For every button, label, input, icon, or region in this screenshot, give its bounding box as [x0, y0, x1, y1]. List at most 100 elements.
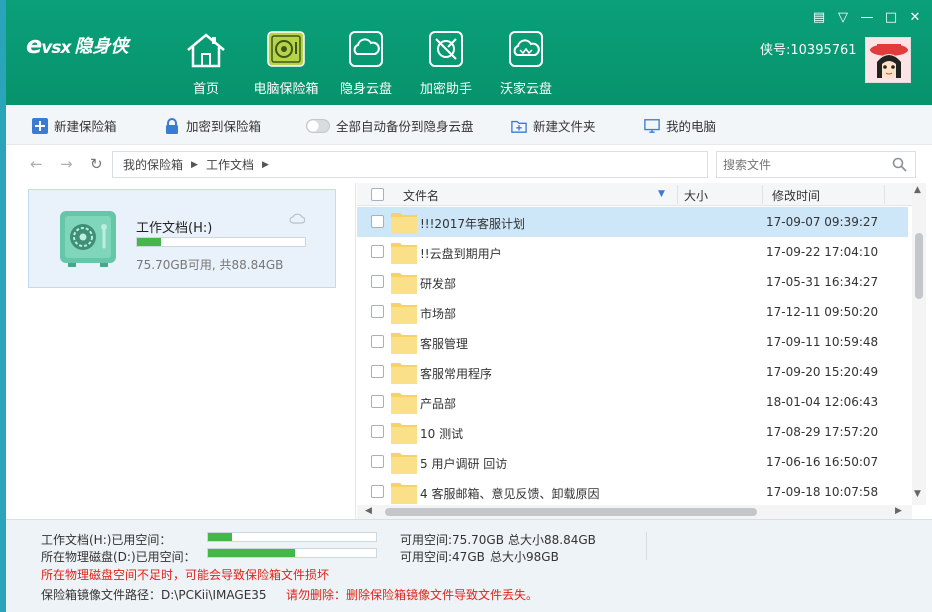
- search-input[interactable]: [717, 152, 887, 177]
- scroll-up-icon[interactable]: ▲: [914, 185, 921, 195]
- column-name[interactable]: 文件名: [403, 187, 439, 204]
- h-usage-bar: [207, 532, 377, 542]
- image-path: 保险箱镜像文件路径：D:\PCKii\IMAGE35: [41, 588, 267, 602]
- h-usage-fill: [208, 533, 232, 541]
- breadcrumb-separator-icon[interactable]: ▶: [262, 160, 269, 170]
- row-checkbox[interactable]: [371, 395, 384, 408]
- close-icon[interactable]: ✕: [904, 8, 926, 26]
- auto-backup-toggle[interactable]: 全部自动备份到隐身云盘: [306, 116, 474, 135]
- vertical-scroll-thumb[interactable]: [915, 233, 923, 299]
- new-vault-label: 新建保险箱: [54, 119, 117, 134]
- file-row[interactable]: 客服管理 17-09-11 10:59:48: [357, 327, 908, 357]
- row-checkbox[interactable]: [371, 455, 384, 468]
- status-footer: 工作文档(H:)已用空间： 可用空间:75.70GB 总大小88.84GB 所在…: [6, 519, 932, 612]
- back-arrow-icon[interactable]: ←: [30, 155, 43, 173]
- file-row[interactable]: !!云盘到期用户 17-09-22 17:04:10: [357, 237, 908, 267]
- cloud-sync-icon[interactable]: [289, 212, 305, 224]
- scroll-down-icon[interactable]: ▼: [914, 489, 921, 499]
- row-checkbox[interactable]: [371, 365, 384, 378]
- nav-vault-label: 电脑保险箱: [253, 82, 319, 97]
- column-modified[interactable]: 修改时间: [772, 187, 820, 204]
- file-row[interactable]: !!!2017年客服计划 17-09-07 09:39:27: [357, 207, 908, 237]
- breadcrumb-work-docs[interactable]: 工作文档: [206, 156, 254, 173]
- feedback-icon[interactable]: ▤: [808, 8, 830, 26]
- logo-text: 隐身侠: [74, 36, 129, 57]
- nav-home-label: 首页: [192, 82, 219, 97]
- vault-card[interactable]: 工作文档(H:) 75.70GB可用, 共88.84GB: [28, 189, 336, 288]
- forward-arrow-icon[interactable]: →: [60, 155, 73, 173]
- select-all-checkbox[interactable]: [371, 188, 384, 201]
- folder-icon: [391, 453, 417, 474]
- file-row[interactable]: 10 测试 17-08-29 17:57:20: [357, 417, 908, 447]
- nav-cloud-label: 隐身云盘: [339, 82, 392, 97]
- file-modified: 17-09-22 17:04:10: [766, 245, 879, 259]
- home-icon: [187, 33, 225, 68]
- column-divider[interactable]: [884, 185, 885, 204]
- new-folder-label: 新建文件夹: [533, 119, 596, 134]
- breadcrumb-my-vault[interactable]: 我的保险箱: [123, 156, 183, 173]
- folder-icon: [391, 273, 417, 294]
- breadcrumb: 我的保险箱 ▶ 工作文档 ▶: [112, 151, 708, 178]
- my-computer-button[interactable]: 我的电脑: [644, 116, 716, 135]
- h-used-label: 工作文档(H:)已用空间：: [41, 533, 172, 547]
- file-row[interactable]: 5 用户调研 回访 17-06-16 16:50:07: [357, 447, 908, 477]
- file-modified: 17-06-16 16:50:07: [766, 455, 879, 469]
- minimize-icon[interactable]: —: [856, 8, 878, 26]
- breadcrumb-separator-icon[interactable]: ▶: [191, 160, 198, 170]
- avatar[interactable]: [865, 37, 911, 83]
- horizontal-scroll-thumb[interactable]: [385, 508, 757, 516]
- row-checkbox[interactable]: [371, 215, 384, 228]
- refresh-icon[interactable]: ↻: [90, 155, 103, 173]
- maximize-icon[interactable]: □: [880, 8, 902, 26]
- row-checkbox[interactable]: [371, 305, 384, 318]
- search-box: [716, 151, 916, 178]
- file-row[interactable]: 市场部 17-12-11 09:50:20: [357, 297, 908, 327]
- horizontal-scrollbar[interactable]: ◀ ▶: [357, 505, 912, 519]
- file-name: 4 客服邮箱、意见反馈、卸载原因: [420, 487, 600, 501]
- folder-icon: [391, 333, 417, 354]
- row-checkbox[interactable]: [371, 425, 384, 438]
- folder-icon: [391, 243, 417, 264]
- delete-warning: 请勿删除：删除保险箱镜像文件导致文件丢失。: [286, 588, 539, 602]
- file-name: !!云盘到期用户: [420, 247, 502, 261]
- nav-home[interactable]: 首页: [166, 22, 246, 102]
- column-divider[interactable]: [677, 185, 678, 204]
- file-name: 研发部: [420, 277, 457, 291]
- file-name: 5 用户调研 回访: [420, 457, 508, 471]
- column-divider[interactable]: [762, 185, 763, 204]
- encrypt-to-vault-button[interactable]: 加密到保险箱: [164, 116, 261, 135]
- sort-desc-icon[interactable]: ▼: [658, 189, 665, 199]
- d-usage-bar: [207, 548, 377, 558]
- menu-dropdown-icon[interactable]: ▽: [832, 8, 854, 26]
- nav-wo-cloud-label: 沃家云盘: [499, 82, 552, 97]
- avatar-image-icon: [866, 38, 910, 82]
- toggle-off-icon: [306, 118, 330, 134]
- scroll-left-icon[interactable]: ◀: [365, 506, 372, 516]
- row-checkbox[interactable]: [371, 335, 384, 348]
- main-nav: 首页 电脑保险箱 隐身云盘 加密助手 沃家云盘: [166, 22, 566, 102]
- column-size[interactable]: 大小: [684, 187, 708, 204]
- nav-cloud[interactable]: 隐身云盘: [326, 22, 406, 102]
- nav-encrypt-label: 加密助手: [419, 82, 472, 97]
- nav-vault[interactable]: 电脑保险箱: [246, 22, 326, 102]
- vertical-scrollbar[interactable]: ▲ ▼: [912, 183, 926, 505]
- nav-encrypt[interactable]: 加密助手: [406, 22, 486, 102]
- file-list: 文件名 ▼ 大小 修改时间 !!!2017年客服计划 17-09-07 09:39…: [357, 183, 932, 519]
- file-name: 10 测试: [420, 427, 464, 441]
- logo: evsx 隐身侠: [26, 31, 129, 59]
- file-row[interactable]: 研发部 17-05-31 16:34:27: [357, 267, 908, 297]
- d-available: 可用空间:47GB: [400, 550, 485, 564]
- vault-usage-fill: [137, 238, 161, 246]
- row-checkbox[interactable]: [371, 245, 384, 258]
- search-icon[interactable]: [892, 157, 907, 172]
- file-row[interactable]: 产品部 18-01-04 12:06:43: [357, 387, 908, 417]
- file-row[interactable]: 4 客服邮箱、意见反馈、卸载原因 17-09-18 10:07:58: [357, 477, 908, 507]
- file-row[interactable]: 客服常用程序 17-09-20 15:20:49: [357, 357, 908, 387]
- vault-usage-bar: [136, 237, 306, 247]
- new-vault-button[interactable]: 新建保险箱: [32, 116, 117, 135]
- nav-wo-cloud[interactable]: 沃家云盘: [486, 22, 566, 102]
- row-checkbox[interactable]: [371, 485, 384, 498]
- scroll-right-icon[interactable]: ▶: [895, 506, 902, 516]
- row-checkbox[interactable]: [371, 275, 384, 288]
- new-folder-button[interactable]: 新建文件夹: [511, 116, 596, 135]
